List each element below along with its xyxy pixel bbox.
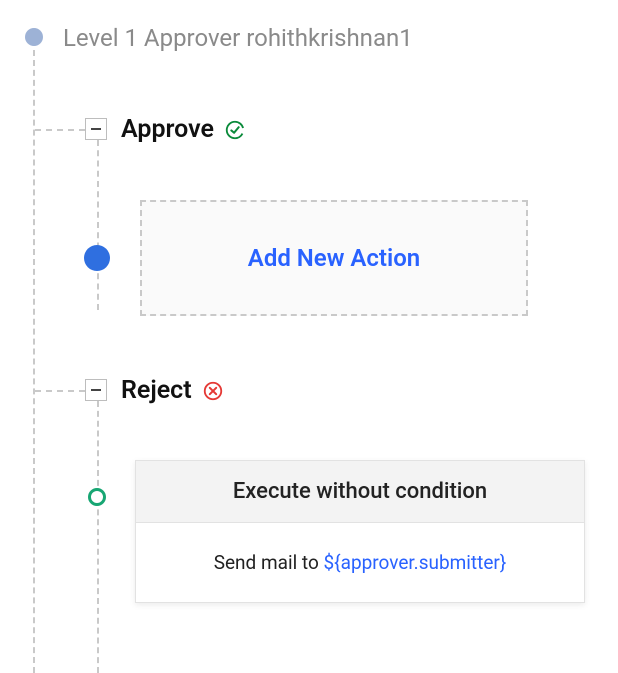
add-new-action-button[interactable]: Add New Action <box>140 200 528 316</box>
branch-reject-label: Reject <box>121 376 192 405</box>
action-card-body: Send mail to ${approver.submitter} <box>136 523 584 602</box>
collapse-toggle-reject[interactable] <box>85 379 107 401</box>
action-node-dot <box>84 245 110 271</box>
action-card-header: Execute without condition <box>136 461 584 523</box>
branch-approve-label-row: Approve <box>121 115 246 144</box>
approve-check-icon <box>224 119 246 141</box>
action-body-variable: ${approver.submitter} <box>324 551 507 574</box>
action-card-execute[interactable]: Execute without condition Send mail to $… <box>135 460 585 603</box>
root-node-label: Level 1 Approver rohithkrishnan1 <box>63 24 413 52</box>
collapse-toggle-approve[interactable] <box>85 118 107 140</box>
branch-approve-label: Approve <box>121 115 214 144</box>
reject-x-icon <box>202 380 224 402</box>
tree-connector <box>35 390 85 392</box>
root-node-dot <box>25 28 43 46</box>
tree-connector <box>97 140 99 310</box>
tree-connector <box>35 129 85 131</box>
branch-reject-label-row: Reject <box>121 376 224 405</box>
action-body-prefix: Send mail to <box>214 551 324 574</box>
action-node-ring <box>88 488 106 506</box>
tree-connector <box>33 50 35 673</box>
tree-connector <box>97 401 99 673</box>
add-new-action-label: Add New Action <box>248 244 420 272</box>
